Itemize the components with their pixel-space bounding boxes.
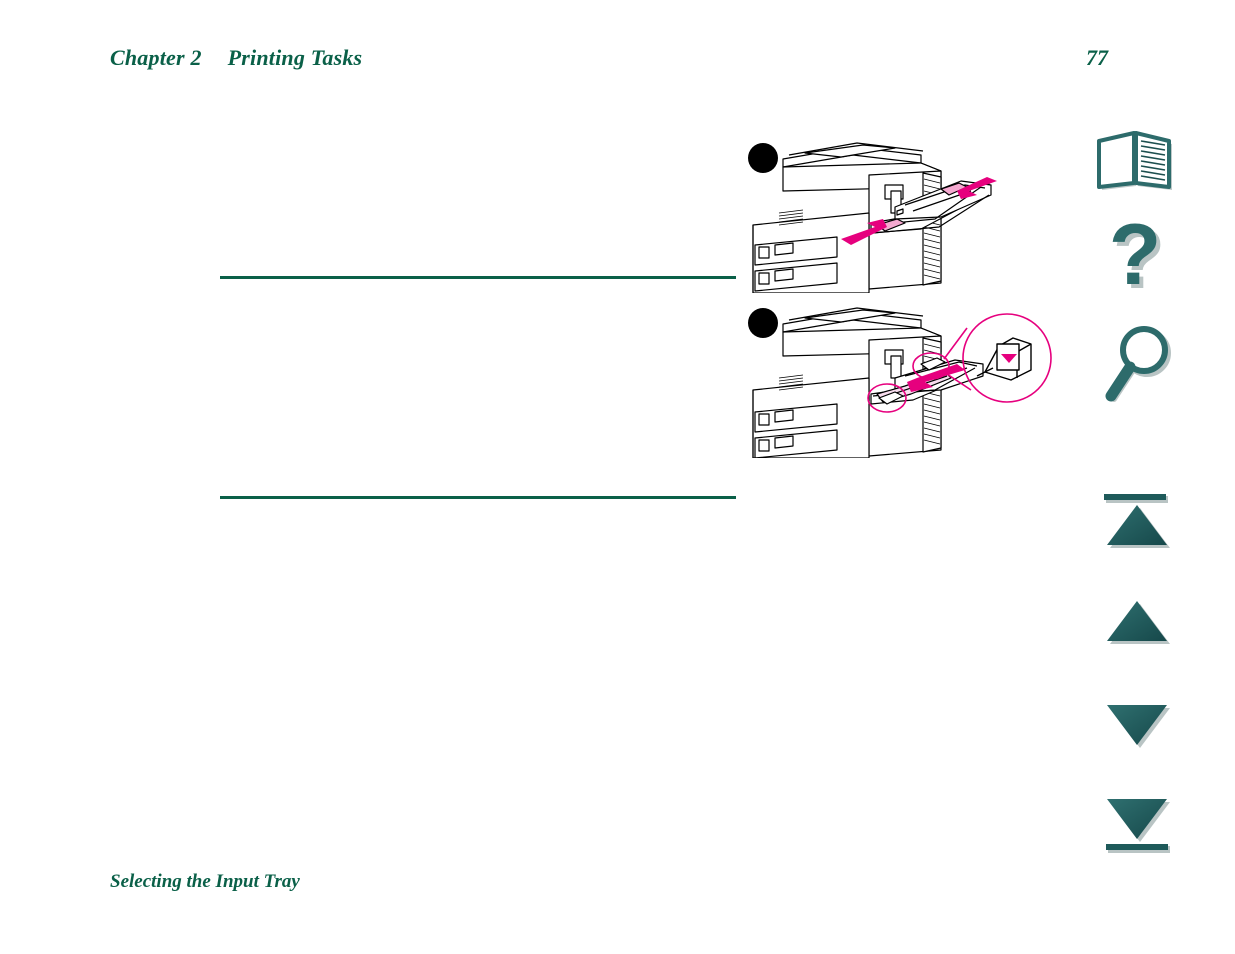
figure-tray1-adjust-guides <box>745 133 1005 293</box>
section-divider-bottom <box>220 496 736 499</box>
body-content-column <box>220 120 736 520</box>
nav-last-page-button[interactable] <box>1085 794 1189 866</box>
nav-previous-page-button[interactable] <box>1085 594 1189 656</box>
first-page-icon <box>1104 494 1170 548</box>
figure-tray1-load-paper <box>745 298 1055 458</box>
header-chapter-label: Chapter 2 <box>110 45 202 70</box>
book-icon <box>1097 131 1172 190</box>
body-paragraph-2 <box>220 151 736 152</box>
section-divider-top <box>220 276 736 279</box>
last-page-icon <box>1106 799 1170 853</box>
step-bullet-1 <box>748 143 778 173</box>
page-number: 77 <box>1086 45 1108 70</box>
question-mark-icon: ? ? <box>1109 222 1166 307</box>
nav-help-button[interactable]: ? ? <box>1085 222 1189 314</box>
body-paragraph-1 <box>220 135 736 136</box>
header-breadcrumb: Chapter 2 Printing Tasks <box>110 45 362 71</box>
svg-text:?: ? <box>1109 222 1162 303</box>
previous-page-icon <box>1107 601 1170 644</box>
step-bullet-2 <box>748 308 778 338</box>
next-page-icon <box>1107 705 1170 748</box>
navigation-icon-column: ? ? <box>1085 110 1195 870</box>
nav-contents-button[interactable] <box>1085 128 1189 206</box>
nav-first-page-button[interactable] <box>1085 492 1189 558</box>
nav-next-page-button[interactable] <box>1085 698 1189 760</box>
footer-section-link[interactable]: Selecting the Input Tray <box>110 871 300 893</box>
nav-search-button[interactable] <box>1085 325 1189 417</box>
magnifier-icon <box>1105 326 1171 402</box>
page-header: Chapter 2 Printing Tasks 77 <box>0 45 1235 79</box>
header-section-title: Printing Tasks <box>227 45 363 70</box>
body-paragraph-3 <box>220 167 736 168</box>
